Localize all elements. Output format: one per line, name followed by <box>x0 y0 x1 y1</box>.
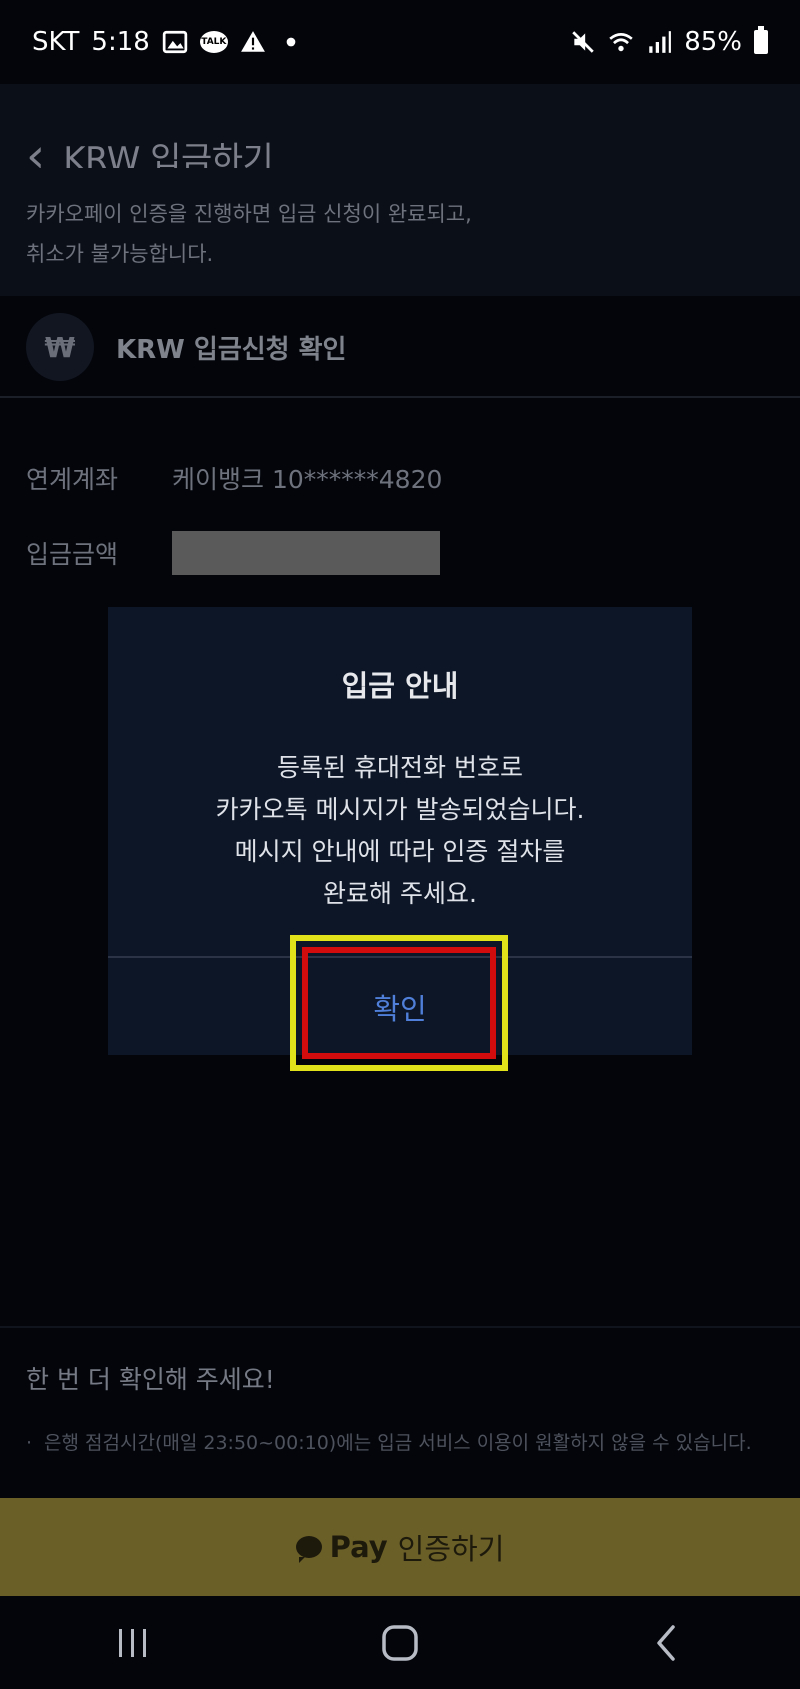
account-label: 연계계좌 <box>26 465 119 494</box>
amount-row: 입금금액 <box>26 531 440 575</box>
recent-apps-button[interactable] <box>83 1613 183 1673</box>
mute-icon <box>572 31 594 53</box>
status-bar: SKT 5:18 TALK 85% <box>0 0 800 84</box>
account-value: 케이뱅크 10******4820 <box>172 465 443 494</box>
amount-label: 입금금액 <box>26 540 119 569</box>
kakaotalk-icon: TALK <box>199 31 228 53</box>
clock: 5:18 <box>91 27 150 57</box>
dialog-body-line-1: 등록된 휴대전화 번호로 <box>277 753 523 782</box>
reminder-text: 한 번 더 확인해 주세요! <box>26 1365 275 1394</box>
status-left: SKT 5:18 TALK <box>32 27 304 57</box>
confirm-highlight-box <box>290 935 508 1071</box>
home-button[interactable] <box>350 1613 450 1673</box>
battery-icon <box>754 26 768 54</box>
section-title: KRW 입금신청 확인 <box>116 334 347 365</box>
notice-line-2: 취소가 불가능합니다. <box>26 242 214 266</box>
dialog-title: 입금 안내 <box>341 669 459 703</box>
warning-icon <box>240 31 265 52</box>
dialog-body-line-3: 메시지 안내에 따라 인증 절차를 <box>234 837 566 866</box>
notice-line-1: 카카오페이 인증을 진행하면 입금 신청이 완료되고, <box>26 202 472 226</box>
bullet: · <box>26 1432 33 1454</box>
carrier-label: SKT <box>32 27 80 57</box>
back-nav-icon <box>656 1624 675 1661</box>
dialog-body-line-4: 완료해 주세요. <box>323 879 477 908</box>
pay-button-label: 인증하기 <box>397 1532 505 1566</box>
gallery-icon <box>162 30 187 54</box>
won-icon: ₩ <box>26 313 94 381</box>
footer-divider <box>0 1326 800 1328</box>
dialog-body-line-2: 카카오톡 메시지가 발송되었습니다. <box>215 795 585 824</box>
footnote-text: 은행 점검시간(매일 23:50~00:10)에는 입금 서비스 이용이 원활하… <box>44 1432 752 1454</box>
status-right: 85% <box>570 26 768 57</box>
kakaopay-auth-button[interactable]: Pay 인증하기 <box>0 1498 800 1596</box>
maintenance-footnote: · 은행 점검시간(매일 23:50~00:10)에는 입금 서비스 이용이 원활… <box>26 1428 752 1455</box>
pay-brand: Pay <box>329 1530 388 1564</box>
dot-icon <box>286 37 296 47</box>
recent-apps-icon <box>119 1628 147 1657</box>
system-nav-bar <box>0 1596 800 1689</box>
wifi-icon <box>609 33 633 52</box>
signal-icon <box>649 31 672 53</box>
dialog-body: 등록된 휴대전화 번호로 카카오톡 메시지가 발송되었습니다. 메시지 안내에 … <box>108 747 692 915</box>
battery-percent: 85% <box>684 27 742 57</box>
confirm-highlight-inner <box>302 947 496 1059</box>
back-nav-button[interactable] <box>617 1613 717 1673</box>
notice-banner: 카카오페이 인증을 진행하면 입금 신청이 완료되고, 취소가 불가능합니다. <box>0 168 800 296</box>
home-icon <box>382 1624 418 1661</box>
kakao-bubble-icon <box>295 1536 322 1563</box>
section-header: ₩ KRW 입금신청 확인 <box>0 298 800 398</box>
amount-redacted <box>172 531 440 575</box>
account-row: 연계계좌 케이뱅크 10******4820 <box>26 460 442 496</box>
